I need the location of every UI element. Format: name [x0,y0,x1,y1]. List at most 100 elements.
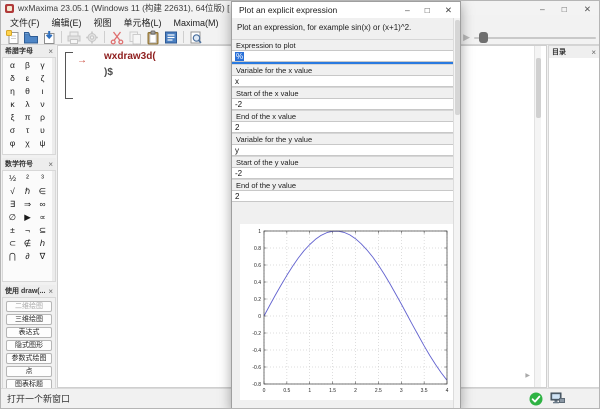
math-symbol-button[interactable]: ³ [35,172,50,185]
field-label: Start of the y value [232,156,453,167]
math-symbol-button[interactable]: ▶ [20,211,35,224]
close-icon[interactable]: ✕ [445,5,452,16]
greek-letter-button[interactable]: χ [20,137,35,150]
math-symbol-button[interactable]: ∃ [5,198,20,211]
window-title: wxMaxima 23.05.1 (Windows 11 (构建 22631),… [18,2,265,14]
math-symbol-button[interactable]: ⋂ [5,250,20,263]
math-symbol-button[interactable]: ∂ [20,250,35,263]
dialog-window-controls: – □ ✕ [405,5,452,16]
close-icon[interactable]: × [591,48,596,57]
field-input[interactable]: y [232,144,453,156]
symbols-panel-title: 数学符号 [5,159,33,169]
math-symbol-button[interactable]: √ [5,185,20,198]
greek-letter-button[interactable]: θ [20,85,35,98]
field-input[interactable]: 2 [232,190,453,202]
minimize-icon[interactable]: – [540,4,545,15]
maximize-icon[interactable]: □ [425,5,430,16]
scrollbar[interactable] [52,171,55,281]
greek-letter-button[interactable]: υ [35,124,50,137]
dialog-scrollbar[interactable] [453,18,460,409]
math-symbol-button[interactable]: ∈ [35,185,50,198]
vertical-scrollbar[interactable] [534,46,541,387]
plot-preview: 00.511.522.533.5410.80.60.40.20-0.2-0.4-… [240,224,454,400]
greek-letter-button[interactable]: φ [5,137,20,150]
greek-letter-button[interactable]: κ [5,98,20,111]
field-label: Variable for the y value [232,133,453,144]
greek-letter-button[interactable]: ρ [35,111,50,124]
field-input[interactable]: % [232,50,453,62]
greek-letter-button[interactable]: σ [5,124,20,137]
math-symbol-button[interactable]: ² [20,172,35,185]
animation-slider[interactable] [474,37,596,39]
save-icon[interactable] [40,30,58,45]
scrollbar[interactable] [52,58,55,154]
field-input[interactable]: -2 [232,98,453,110]
toolbar-separator [104,31,105,43]
svg-text:-0.2: -0.2 [252,331,261,337]
math-symbol-button[interactable]: ∇ [35,250,50,263]
greek-letter-button[interactable]: γ [35,59,50,72]
print-icon [65,30,83,45]
close-icon[interactable]: ✕ [584,4,591,15]
greek-letter-button[interactable]: η [5,85,20,98]
math-symbol-button[interactable]: ℏ [20,185,35,198]
greek-letter-button[interactable]: τ [20,124,35,137]
field-input[interactable]: 2 [232,121,453,133]
table-of-contents-panel: 目录 × [548,45,600,388]
close-icon[interactable]: × [48,47,53,56]
math-symbol-button[interactable]: ⇒ [20,198,35,211]
cut-icon[interactable] [108,30,126,45]
draw-button-点[interactable]: 点 [6,366,52,377]
greek-letter-button[interactable]: α [5,59,20,72]
slider-thumb-icon[interactable] [479,32,488,43]
copy-icon [126,30,144,45]
greek-letter-button[interactable]: ψ [35,137,50,150]
menu-item-L[interactable]: 单元格(L) [118,15,168,30]
math-symbol-button[interactable]: ∅ [5,211,20,224]
math-symbol-button[interactable]: ∝ [35,211,50,224]
field-input[interactable]: x [232,75,453,87]
greek-letter-button[interactable]: δ [5,72,20,85]
math-symbol-button[interactable]: ⊆ [35,224,50,237]
menu-item-MaximaM[interactable]: Maxima(M) [168,15,225,30]
math-symbol-button[interactable]: ∞ [35,198,50,211]
greek-letter-button[interactable]: ξ [5,111,20,124]
code-line[interactable]: )$ [104,67,113,78]
text-style-icon[interactable] [162,30,180,45]
math-symbol-button[interactable]: ± [5,224,20,237]
close-icon[interactable]: × [48,287,53,296]
draw-button-参数式绘图[interactable]: 参数式绘图 [6,353,52,364]
paste-icon[interactable] [144,30,162,45]
greek-letter-button[interactable]: π [20,111,35,124]
new-document-icon[interactable] [4,30,22,45]
minimize-icon[interactable]: – [405,5,410,16]
scrollbar-thumb[interactable] [455,20,460,115]
svg-text:0.5: 0.5 [283,388,290,394]
draw-button-表达式[interactable]: 表达式 [6,327,52,338]
menu-item-F[interactable]: 文件(F) [4,15,46,30]
math-symbol-button[interactable]: ½ [5,172,20,185]
open-file-icon[interactable] [22,30,40,45]
math-symbol-button[interactable]: ¬ [20,224,35,237]
close-icon[interactable]: × [48,160,53,169]
greek-letter-button[interactable]: ν [35,98,50,111]
maximize-icon[interactable]: □ [562,4,567,15]
greek-letter-button[interactable]: β [20,59,35,72]
math-symbol-button[interactable]: ∉ [20,237,35,250]
cell-bracket[interactable] [65,52,73,99]
greek-letter-button[interactable]: ε [20,72,35,85]
math-symbol-button[interactable]: ⊂ [5,237,20,250]
menu-item-E[interactable]: 编辑(E) [46,15,88,30]
greek-letter-button[interactable]: λ [20,98,35,111]
field-input[interactable]: -2 [232,167,453,179]
greek-letter-button[interactable]: ι [35,85,50,98]
code-line[interactable]: wxdraw3d( [104,51,156,62]
menu-item-[interactable]: 视图 [88,15,118,30]
draw-button-隐式图形[interactable]: 隐式图形 [6,340,52,351]
scrollbar-thumb[interactable] [536,58,541,118]
math-symbol-button[interactable]: ℎ [35,237,50,250]
draw-button-三维绘图[interactable]: 三维绘图 [6,314,52,325]
greek-letter-button[interactable]: ζ [35,72,50,85]
play-icon[interactable]: ▶ [463,33,470,42]
find-icon[interactable] [187,30,205,45]
